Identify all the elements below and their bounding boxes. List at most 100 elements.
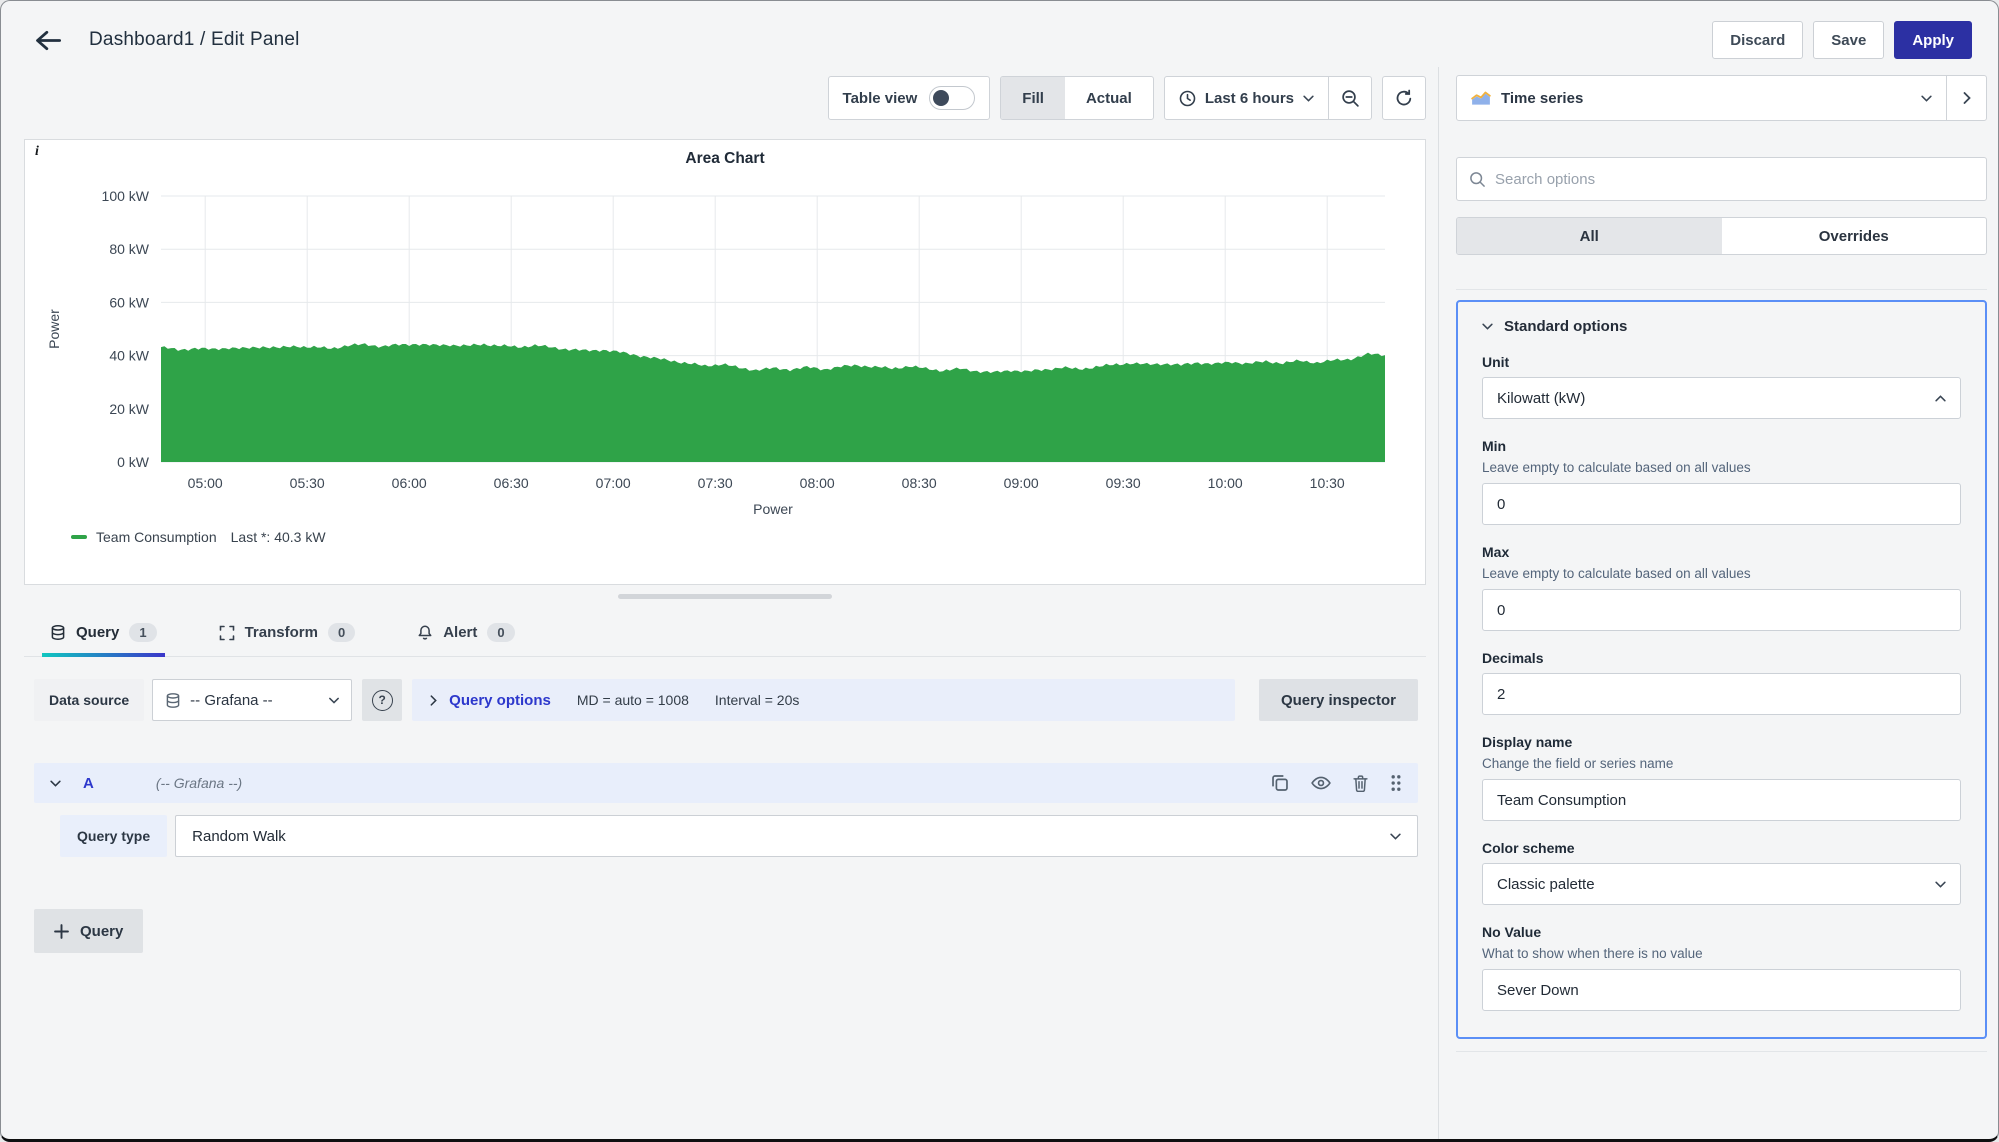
svg-text:06:30: 06:30 [494,475,529,491]
svg-text:0 kW: 0 kW [117,454,150,470]
decimals-input[interactable] [1482,673,1961,715]
toggle-knob [933,90,949,106]
chart-title: Area Chart [25,150,1425,168]
option-description: Change the field or series name [1482,756,1961,771]
option-color-scheme: Color scheme Classic palette [1482,840,1961,905]
top-header: Dashboard1 / Edit Panel Discard Save App… [1,1,1998,67]
drag-handle-icon[interactable] [1390,774,1402,792]
toggle-visibility-eye-icon[interactable] [1311,776,1331,790]
fill-button[interactable]: Fill [1001,77,1065,119]
help-icon: ? [372,690,393,711]
option-description: Leave empty to calculate based on all va… [1482,460,1961,475]
tab-alert[interactable]: Alert 0 [409,611,522,656]
query-inspector-button[interactable]: Query inspector [1259,679,1418,721]
area-chart-svg: 0 kW20 kW40 kW60 kW80 kW100 kW05:0005:30… [45,172,1407,524]
min-input[interactable] [1482,483,1961,525]
unit-select[interactable]: Kilowatt (kW) [1482,377,1961,419]
query-type-row: Query type Random Walk [60,815,1418,857]
panel-toolbar: Table view Fill Actual Last 6 hours [24,75,1426,121]
legend-color-swatch [71,535,87,539]
option-label: Unit [1482,354,1961,370]
standard-options-section: Standard options Unit Kilowatt (kW) Min … [1456,300,1987,1039]
chevron-down-icon [329,697,339,704]
legend-item[interactable]: Team Consumption Last *: 40.3 kW [71,529,1425,545]
option-no-value: No Value What to show when there is no v… [1482,924,1961,1011]
actual-button[interactable]: Actual [1065,77,1153,119]
legend-last-value: Last *: 40.3 kW [231,529,326,545]
svg-text:05:00: 05:00 [188,475,223,491]
svg-text:100 kW: 100 kW [102,188,150,204]
search-options-input[interactable] [1495,171,1974,188]
option-label: Decimals [1482,650,1961,666]
refresh-button[interactable] [1382,76,1426,120]
option-min: Min Leave empty to calculate based on al… [1482,438,1961,525]
divider [1456,1051,1987,1052]
query-ref-id[interactable]: A [83,775,94,792]
unit-value: Kilowatt (kW) [1497,390,1585,407]
query-options-bar[interactable]: Query options MD = auto = 1008 Interval … [412,679,1235,721]
collapse-panel-button[interactable] [1946,76,1986,120]
svg-text:10:00: 10:00 [1208,475,1243,491]
tab-query[interactable]: Query 1 [42,611,165,656]
chevron-down-icon [1921,95,1932,102]
standard-options-title: Standard options [1504,318,1627,335]
visualization-select[interactable]: Time series [1457,76,1946,120]
legend-series-name: Team Consumption [96,529,217,545]
transform-icon [219,625,235,641]
no-value-input[interactable] [1482,969,1961,1011]
datasource-help-button[interactable]: ? [362,679,402,721]
svg-text:60 kW: 60 kW [109,294,149,310]
arrow-left-icon [35,30,61,51]
option-unit: Unit Kilowatt (kW) [1482,354,1961,419]
panel-resize-handle[interactable] [618,594,832,599]
zoom-out-button[interactable] [1329,77,1371,119]
svg-text:80 kW: 80 kW [109,241,149,257]
tab-overrides[interactable]: Overrides [1722,218,1987,254]
chevron-up-icon [1935,395,1946,402]
add-query-button[interactable]: Query [34,909,143,953]
tab-badge: 1 [129,623,156,642]
divider [1456,289,1987,290]
tab-transform[interactable]: Transform 0 [211,611,364,656]
svg-text:06:00: 06:00 [392,475,427,491]
query-type-label: Query type [60,815,167,857]
app-window: Dashboard1 / Edit Panel Discard Save App… [0,0,1999,1142]
svg-text:08:00: 08:00 [800,475,835,491]
search-options-box [1456,157,1987,201]
time-range-picker[interactable]: Last 6 hours [1165,77,1328,119]
max-input[interactable] [1482,589,1961,631]
query-type-value: Random Walk [192,828,286,845]
back-button[interactable] [35,30,61,51]
delete-query-trash-icon[interactable] [1353,775,1368,792]
chevron-right-icon [430,695,437,706]
apply-button[interactable]: Apply [1894,21,1972,59]
datasource-select[interactable]: -- Grafana -- [152,679,352,721]
option-label: Min [1482,438,1961,454]
table-view-toggle[interactable] [929,86,975,110]
options-filter-tabs: All Overrides [1456,217,1987,255]
svg-text:09:00: 09:00 [1004,475,1039,491]
discard-button[interactable]: Discard [1712,21,1803,59]
table-view-group: Table view [828,76,991,120]
color-scheme-select[interactable]: Classic palette [1482,863,1961,905]
zoom-out-icon [1341,89,1360,108]
tab-all[interactable]: All [1457,218,1722,254]
query-options-link[interactable]: Query options [449,692,551,709]
time-range-label: Last 6 hours [1205,90,1294,107]
tab-label: Query [76,624,119,641]
tab-badge: 0 [328,623,355,642]
plus-icon [54,924,69,939]
chart-area: 0 kW20 kW40 kW60 kW80 kW100 kW05:0005:30… [25,172,1425,529]
duplicate-query-icon[interactable] [1271,774,1289,792]
svg-text:10:30: 10:30 [1310,475,1345,491]
display-name-input[interactable] [1482,779,1961,821]
collapse-chevron-icon[interactable] [50,780,61,787]
svg-text:07:30: 07:30 [698,475,733,491]
svg-text:08:30: 08:30 [902,475,937,491]
svg-text:05:30: 05:30 [290,475,325,491]
standard-options-header[interactable]: Standard options [1482,318,1961,335]
query-type-select[interactable]: Random Walk [175,815,1418,857]
save-button[interactable]: Save [1813,21,1884,59]
svg-text:07:00: 07:00 [596,475,631,491]
search-icon [1469,171,1486,188]
